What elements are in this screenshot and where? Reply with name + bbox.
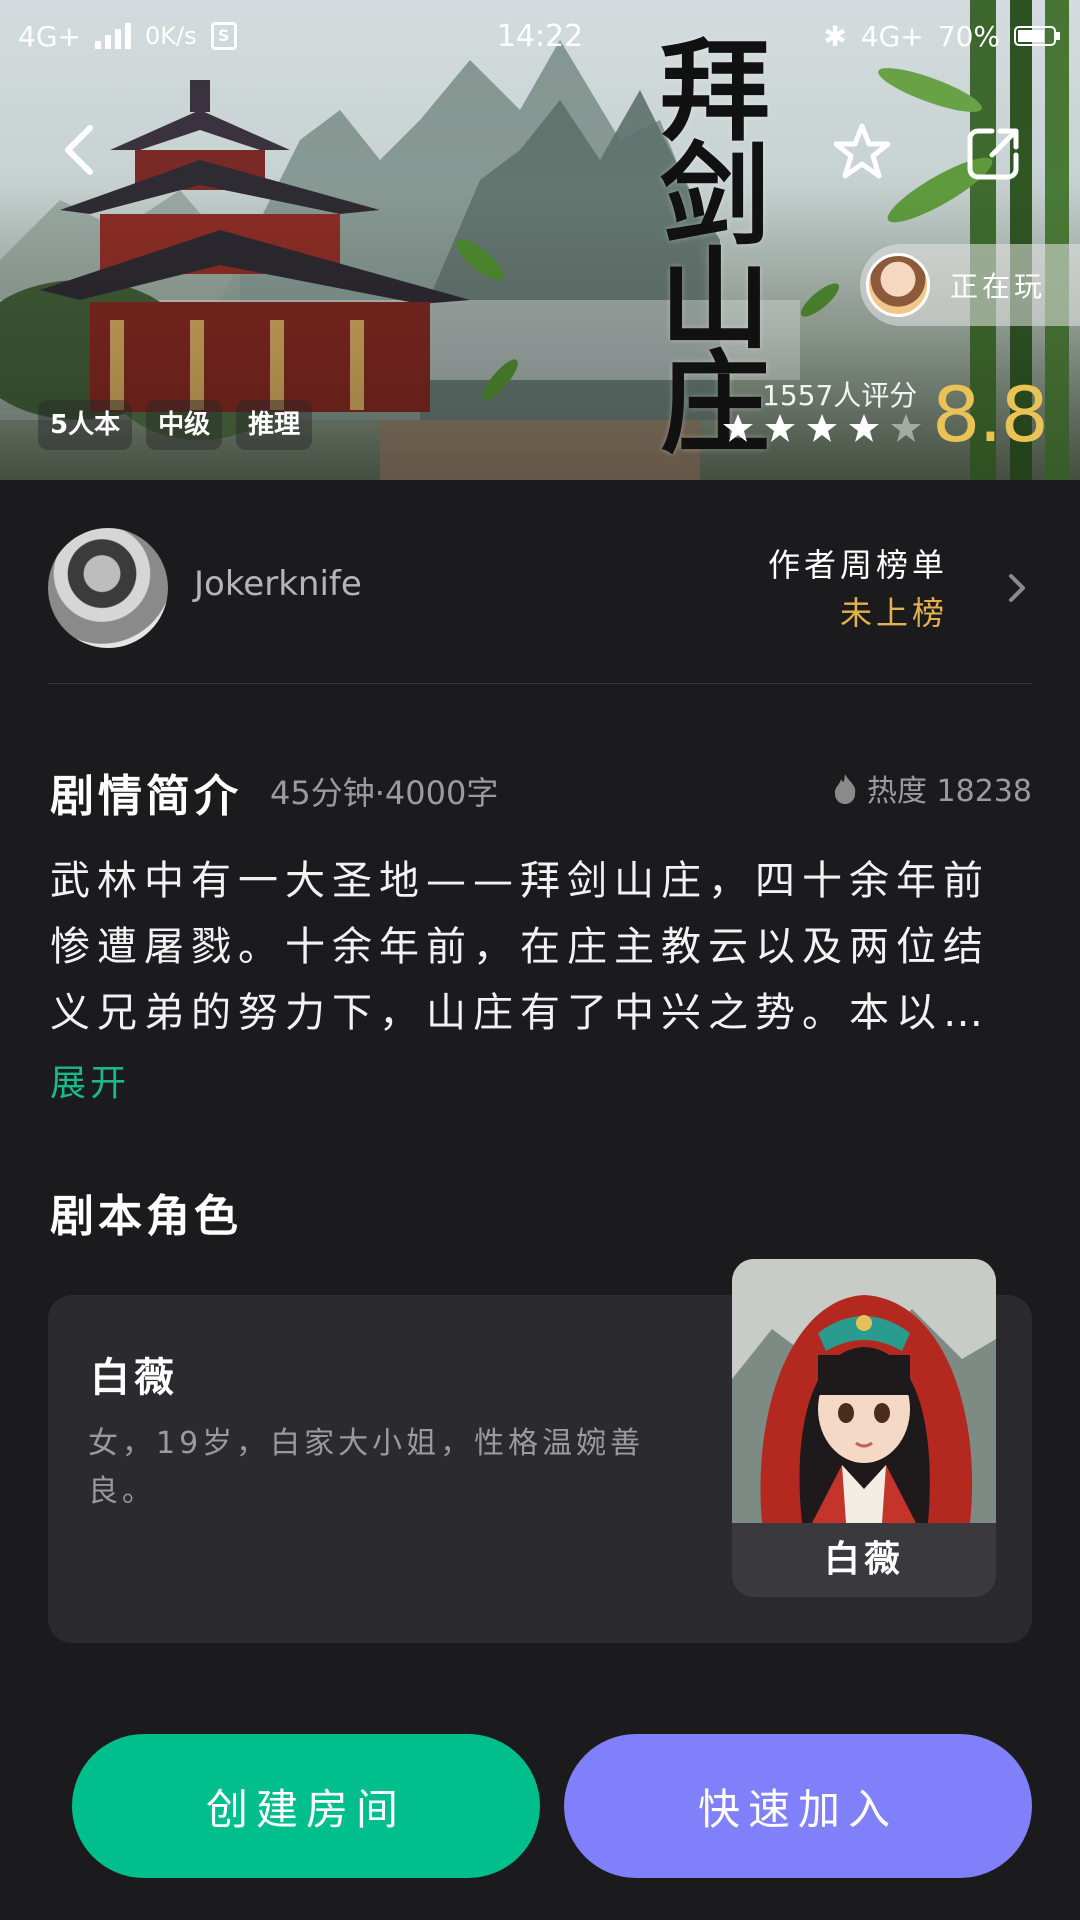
roles-title: 剧本角色: [50, 1191, 242, 1242]
author-rank-title: 作者周榜单: [767, 546, 948, 584]
share-icon[interactable]: [966, 125, 1022, 181]
battery-level: 70%: [937, 19, 1000, 53]
bluetooth-icon: ✱: [823, 19, 847, 53]
now-playing-pill[interactable]: 正在玩: [860, 244, 1080, 326]
role-portrait-name: 白薇: [823, 1539, 904, 1580]
role-name: 白薇: [90, 1355, 178, 1401]
title-char: 山: [660, 235, 770, 364]
now-playing-label: 正在玩: [950, 270, 1047, 303]
hero-banner: 拜 剑 山 庄 4G+ 0K/s S 14:22 ✱ 4G+ 70% 正在玩 5…: [0, 0, 1080, 480]
tag-genre: 推理: [236, 400, 313, 450]
synopsis-text: 武林中有一大圣地——拜剑山庄，四十余年前惨遭屠戮。十余年前，在庄主教云以及两位结…: [50, 858, 990, 1036]
rating-count: 1557人评分: [762, 379, 918, 412]
heat-indicator: 热度 18238: [831, 766, 1032, 810]
star-full-icon: [807, 414, 837, 442]
signal-icon: [94, 23, 131, 49]
network-right-label: 4G+: [860, 19, 924, 53]
title-char: 剑: [660, 131, 770, 260]
author-rank-status: 未上榜: [839, 594, 948, 632]
back-icon[interactable]: [50, 120, 110, 180]
flame-icon: [834, 774, 856, 804]
author-avatar[interactable]: [48, 528, 168, 648]
create-room-button[interactable]: 创建房间: [72, 1734, 540, 1878]
favorite-star-icon[interactable]: [832, 122, 892, 182]
tag-difficulty: 中级: [146, 400, 223, 450]
network-label: 4G+: [18, 19, 81, 53]
star-dim-icon: [891, 414, 921, 442]
rating-score: 8.8: [932, 370, 1049, 459]
role-description: 女，19岁，白家大小姐，性格温婉善良。: [88, 1426, 645, 1509]
quick-join-button[interactable]: 快速加入: [564, 1734, 1032, 1878]
author-name[interactable]: Jokerknife: [194, 564, 362, 604]
tag-players: 5人本: [38, 400, 133, 450]
tag-list: 5人本 中级 推理: [38, 400, 313, 450]
rating-stars: [722, 412, 922, 444]
network-speed: 0K/s: [144, 22, 197, 50]
chevron-right-icon[interactable]: [1002, 568, 1032, 608]
sim-icon: S: [210, 22, 237, 50]
role-portrait-card[interactable]: 白薇: [732, 1259, 996, 1597]
status-bar: 4G+ 0K/s S 14:22 ✱ 4G+ 70%: [0, 0, 1080, 72]
star-full-icon: [723, 414, 753, 442]
author-row[interactable]: Jokerknife 作者周榜单 未上榜: [48, 528, 1032, 650]
divider: [48, 683, 1032, 684]
expand-link[interactable]: 展开: [50, 1054, 130, 1106]
heat-value: 热度 18238: [867, 774, 1032, 809]
star-full-icon: [765, 414, 795, 442]
player-avatar: [866, 253, 930, 317]
role-portrait: [732, 1259, 996, 1523]
star-full-icon: [849, 414, 879, 442]
battery-icon: [1014, 26, 1060, 46]
synopsis-title: 剧情简介: [50, 771, 242, 822]
synopsis-meta: 45分钟·4000字: [270, 774, 499, 812]
